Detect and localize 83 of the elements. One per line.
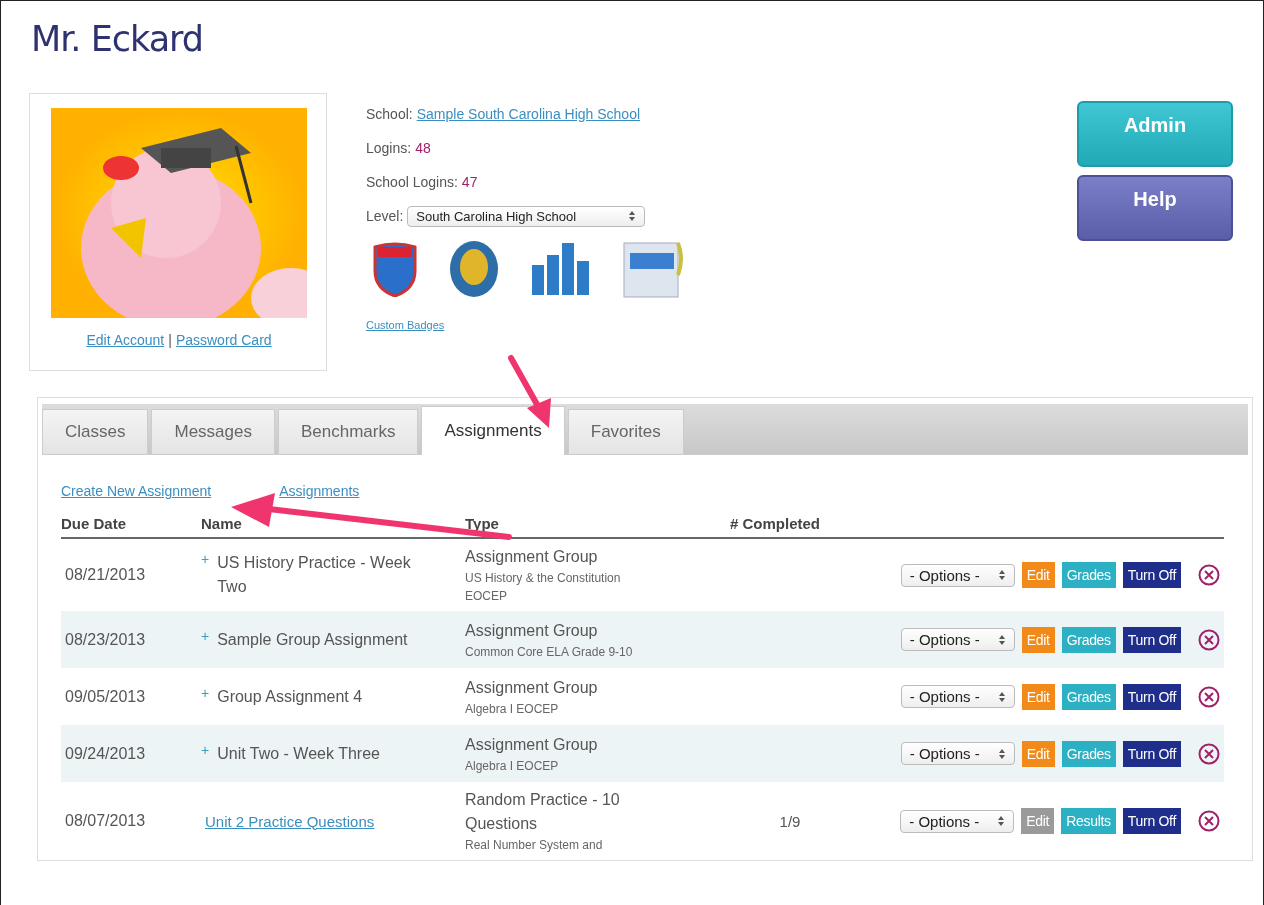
- school-label: School:: [366, 106, 413, 122]
- report-button[interactable]: Grades: [1061, 683, 1116, 710]
- delete-icon[interactable]: [1198, 810, 1220, 832]
- link-separator: |: [168, 332, 172, 348]
- expand-toggle[interactable]: +: [201, 551, 210, 599]
- edit-account-link[interactable]: Edit Account: [86, 332, 165, 348]
- delete-icon[interactable]: [1198, 742, 1220, 765]
- school-logins-label: School Logins:: [366, 174, 458, 190]
- logins-count: 48: [415, 140, 431, 156]
- assignment-type: Assignment Group: [465, 620, 599, 641]
- due-date: 08/23/2013: [64, 630, 147, 649]
- sort-arrows-icon: [997, 569, 1006, 581]
- create-assignment-link[interactable]: Create New Assignment: [61, 483, 212, 499]
- certificate-badge-icon: [622, 239, 684, 299]
- column-header: # Completed: [730, 514, 821, 532]
- tab[interactable]: Classes: [42, 409, 149, 454]
- sort-arrows-icon: [997, 633, 1006, 646]
- assignment-type: Assignment Group: [465, 677, 599, 698]
- logins-label: Logins:: [366, 140, 412, 156]
- options-select[interactable]: - Options -: [900, 742, 1015, 765]
- sort-arrows-icon: [628, 210, 637, 222]
- edit-button[interactable]: Edit: [1021, 562, 1055, 588]
- assignment-subject: Common Core ELA Grade 9-10: [465, 643, 634, 661]
- expand-toggle[interactable]: +: [201, 741, 210, 766]
- due-date: 08/21/2013: [64, 566, 147, 584]
- globe-badge-icon: [448, 239, 500, 299]
- school-link[interactable]: Sample South Carolina High School: [416, 106, 641, 122]
- turn-off-button[interactable]: Turn Off: [1122, 562, 1181, 588]
- assignment-subject: US History & the Constitution EOCEP: [465, 570, 622, 605]
- assignment-name: Group Assignment 4: [217, 686, 363, 707]
- turn-off-button[interactable]: Turn Off: [1122, 626, 1181, 653]
- assignment-link[interactable]: Unit 2 Practice Questions: [205, 812, 375, 830]
- completed-count: 1/9: [778, 812, 802, 830]
- column-header: Type: [465, 514, 500, 532]
- expand-toggle[interactable]: +: [201, 627, 210, 652]
- page-title: Mr. Eckard: [31, 19, 205, 59]
- edit-button[interactable]: Edit: [1021, 683, 1055, 710]
- school-logins-count: 47: [461, 174, 478, 190]
- report-button[interactable]: Grades: [1061, 626, 1116, 653]
- edit-button[interactable]: Edit: [1021, 626, 1055, 653]
- assignment-subject: Algebra I EOCEP: [465, 757, 560, 775]
- assignment-name: Sample Group Assignment: [217, 629, 408, 650]
- column-header: Due Date: [61, 514, 128, 532]
- options-select[interactable]: - Options -: [900, 563, 1015, 587]
- level-select[interactable]: South Carolina High School: [407, 205, 646, 227]
- password-card-link[interactable]: Password Card: [175, 332, 272, 348]
- turn-off-button[interactable]: Turn Off: [1122, 683, 1181, 710]
- options-select[interactable]: - Options -: [900, 685, 1015, 708]
- level-label: Level:: [366, 208, 404, 224]
- report-button[interactable]: Grades: [1061, 562, 1116, 588]
- options-select[interactable]: - Options -: [900, 628, 1015, 651]
- tab[interactable]: Assignments: [421, 406, 565, 455]
- report-button[interactable]: Results: [1061, 808, 1116, 834]
- column-header: Name: [201, 514, 243, 532]
- edit-button[interactable]: Edit: [1021, 740, 1055, 767]
- turn-off-button[interactable]: Turn Off: [1122, 808, 1181, 834]
- options-select[interactable]: - Options -: [900, 809, 1015, 833]
- turn-off-button[interactable]: Turn Off: [1122, 740, 1181, 767]
- tab[interactable]: Benchmarks: [277, 409, 419, 454]
- assignment-name: US History Practice - Week Two: [217, 553, 412, 597]
- assignments-link[interactable]: Assignments: [279, 483, 360, 499]
- due-date: 09/24/2013: [64, 744, 147, 763]
- tab[interactable]: Messages: [151, 409, 275, 454]
- tab[interactable]: Favorites: [567, 409, 684, 454]
- assignment-type: Random Practice - 10 Questions: [465, 790, 621, 834]
- assignment-subject: Real Number System and: [465, 837, 604, 854]
- expand-toggle[interactable]: +: [201, 684, 210, 709]
- admin-button[interactable]: Admin: [1077, 101, 1233, 167]
- custom-badges-link[interactable]: Custom Badges: [366, 319, 445, 331]
- sort-arrows-icon: [997, 815, 1006, 827]
- report-button[interactable]: Grades: [1061, 740, 1116, 767]
- assignment-type: Assignment Group: [465, 734, 599, 755]
- assignment-type: Assignment Group: [465, 547, 599, 567]
- due-date: 08/07/2013: [64, 812, 147, 830]
- delete-icon[interactable]: [1198, 685, 1220, 708]
- assignment-name: Unit Two - Week Three: [217, 743, 380, 764]
- assignment-subject: Algebra I EOCEP: [465, 700, 560, 718]
- delete-icon[interactable]: [1198, 628, 1220, 651]
- sort-arrows-icon: [997, 690, 1006, 703]
- help-button[interactable]: Help: [1077, 175, 1233, 241]
- due-date: 09/05/2013: [64, 687, 147, 706]
- delete-icon[interactable]: [1198, 564, 1220, 586]
- sort-arrows-icon: [997, 747, 1006, 760]
